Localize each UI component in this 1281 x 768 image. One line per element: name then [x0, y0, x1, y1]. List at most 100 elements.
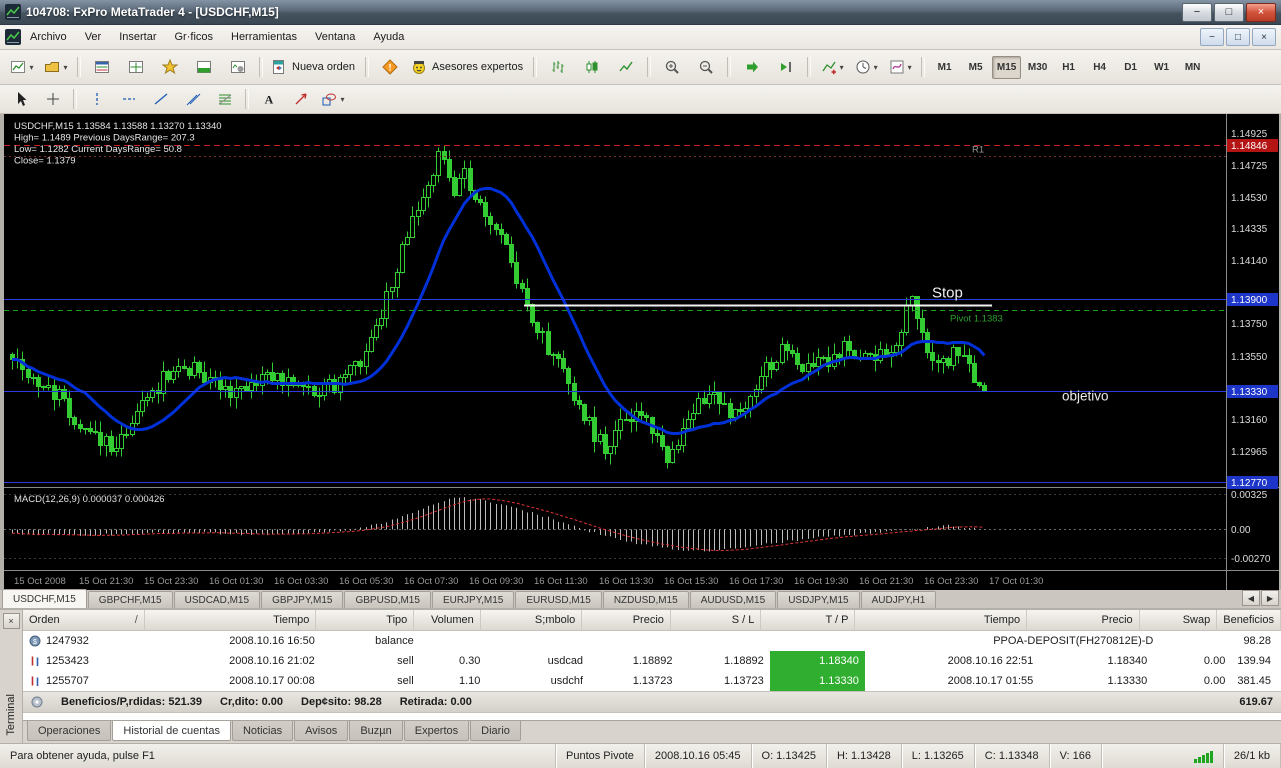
history-row-1255707[interactable]: 12557072008.10.17 00:08sell1.10usdchf1.1…	[23, 671, 1281, 691]
new-order-button[interactable]: Nueva orden	[267, 54, 361, 80]
auto-scroll-button[interactable]	[735, 54, 769, 80]
line-chart-button[interactable]	[609, 54, 643, 80]
terminal-tab-diario[interactable]: Diario	[470, 721, 521, 741]
price-chart[interactable]: R1StopPivot 1.1383objetivoUSDCHF,M15 1.1…	[4, 114, 1279, 590]
maximize-button[interactable]: □	[1214, 3, 1244, 22]
chart-tab-audusdm15[interactable]: AUDUSD,M15	[690, 591, 776, 608]
chart-tab-gbpchfm15[interactable]: GBPCHF,M15	[88, 591, 173, 608]
column-header-simbolo[interactable]: S;mbolo	[481, 610, 583, 630]
timeframe-m5-button[interactable]: M5	[961, 56, 990, 79]
chart-tab-gbpjpym15[interactable]: GBPJPY,M15	[261, 591, 343, 608]
chart-tab-gbpusdm15[interactable]: GBPUSD,M15	[344, 591, 430, 608]
column-header-tiempo[interactable]: Tiempo	[145, 610, 317, 630]
column-header-orden[interactable]: Orden/	[23, 610, 145, 630]
menu-ayuda[interactable]: Ayuda	[364, 27, 413, 47]
minimize-button[interactable]: −	[1182, 3, 1212, 22]
terminal-tab-operaciones[interactable]: Operaciones	[27, 721, 111, 741]
fibonacci-button[interactable]	[209, 88, 241, 110]
column-header-beneficios[interactable]: Beneficios	[1217, 610, 1281, 630]
chart-tab-nzdusdm15[interactable]: NZDUSD,M15	[603, 591, 689, 608]
close-button[interactable]: ×	[1246, 3, 1276, 22]
expert-advisors-button[interactable]: Asesores expertos	[407, 54, 529, 80]
horizontal-line-button[interactable]	[113, 88, 145, 110]
menu-insertar[interactable]: Insertar	[110, 27, 165, 47]
terminal-tab-expertos[interactable]: Expertos	[404, 721, 469, 741]
chart-tab-eurjpym15[interactable]: EURJPY,M15	[432, 591, 514, 608]
cursor-button[interactable]	[5, 88, 37, 110]
bar-chart-button[interactable]	[541, 54, 575, 80]
terminal-tab-noticias[interactable]: Noticias	[232, 721, 293, 741]
column-header-precio2[interactable]: Precio	[1027, 610, 1140, 630]
dropdown-arrow-icon[interactable]: ▾	[63, 63, 67, 72]
column-header-swap[interactable]: Swap	[1140, 610, 1218, 630]
dropdown-arrow-icon[interactable]: ▾	[908, 63, 912, 72]
column-header-sl[interactable]: S / L	[671, 610, 761, 630]
vertical-line-button[interactable]	[81, 88, 113, 110]
terminal-tab-avisos[interactable]: Avisos	[294, 721, 348, 741]
column-header-volumen[interactable]: Volumen	[414, 610, 480, 630]
expert-warning-button[interactable]: !	[373, 54, 407, 80]
child-restore-button[interactable]: □	[1226, 28, 1250, 46]
terminal-tab-buz-n[interactable]: Buzµn	[349, 721, 402, 741]
chart-tab-eurusdm15[interactable]: EURUSD,M15	[515, 591, 601, 608]
templates-button[interactable]: ▾	[883, 54, 917, 80]
cell-tiempo2: 2008.10.17 01:55	[865, 671, 1039, 691]
channel-button[interactable]	[177, 88, 209, 110]
periods-button[interactable]: ▾	[849, 54, 883, 80]
dropdown-arrow-icon[interactable]: ▾	[340, 95, 344, 104]
zoom-out-button[interactable]	[689, 54, 723, 80]
dropdown-arrow-icon[interactable]: ▾	[874, 63, 878, 72]
history-row-1247932[interactable]: $12479322008.10.16 16:50balancePPOA-DEPO…	[23, 631, 1281, 651]
market-watch-button[interactable]	[85, 54, 119, 80]
column-header-tipo[interactable]: Tipo	[316, 610, 414, 630]
zoom-in-button[interactable]	[655, 54, 689, 80]
data-window-button[interactable]	[119, 54, 153, 80]
new-chart-button[interactable]: ▾	[5, 54, 39, 80]
title-bar[interactable]: 104708: FxPro MetaTrader 4 - [USDCHF,M15…	[0, 0, 1281, 25]
column-header-precio[interactable]: Precio	[582, 610, 671, 630]
shapes-button[interactable]: ▾	[317, 88, 349, 110]
chart-tab-audjpyh1[interactable]: AUDJPY,H1	[861, 591, 937, 608]
menu-archivo[interactable]: Archivo	[21, 27, 76, 47]
trendline-button[interactable]	[145, 88, 177, 110]
chart-area[interactable]: R1StopPivot 1.1383objetivoUSDCHF,M15 1.1…	[0, 114, 1281, 590]
dropdown-arrow-icon[interactable]: ▾	[29, 63, 33, 72]
child-minimize-button[interactable]: −	[1200, 28, 1224, 46]
text-button[interactable]: A	[253, 88, 285, 110]
history-table-header[interactable]: Orden/TiempoTipoVolumenS;mboloPrecioS / …	[23, 610, 1281, 631]
column-header-tiempo2[interactable]: Tiempo	[855, 610, 1027, 630]
timeframe-w1-button[interactable]: W1	[1147, 56, 1176, 79]
dropdown-arrow-icon[interactable]: ▾	[840, 63, 844, 72]
history-row-1253423[interactable]: 12534232008.10.16 21:02sell0.30usdcad1.1…	[23, 651, 1281, 671]
timeframe-m15-button[interactable]: M15	[992, 56, 1021, 79]
candlestick-chart-button[interactable]	[575, 54, 609, 80]
chart-tab-usdjpym15[interactable]: USDJPY,M15	[777, 591, 859, 608]
terminal-tab-historial-de-cuentas[interactable]: Historial de cuentas	[112, 721, 231, 741]
arrow-draw-button[interactable]	[285, 88, 317, 110]
tab-scroll-right-button[interactable]: ▶	[1261, 590, 1279, 606]
strategy-tester-button[interactable]	[221, 54, 255, 80]
timeframe-m30-button[interactable]: M30	[1023, 56, 1052, 79]
timeframe-h1-button[interactable]: H1	[1054, 56, 1083, 79]
terminal-close-button[interactable]: ×	[3, 613, 20, 629]
cell-volumen: 0.30	[420, 651, 487, 671]
timeframe-m1-button[interactable]: M1	[930, 56, 959, 79]
chart-tab-usdcadm15[interactable]: USDCAD,M15	[174, 591, 260, 608]
menu-grficos[interactable]: Gr·ficos	[166, 27, 223, 47]
column-header-tp[interactable]: T / P	[761, 610, 855, 630]
terminal-button[interactable]	[187, 54, 221, 80]
timeframe-h4-button[interactable]: H4	[1085, 56, 1114, 79]
menu-ventana[interactable]: Ventana	[306, 27, 364, 47]
crosshair-button[interactable]	[37, 88, 69, 110]
timeframe-d1-button[interactable]: D1	[1116, 56, 1145, 79]
chart-tab-usdchfm15[interactable]: USDCHF,M15	[2, 589, 87, 608]
chart-shift-button[interactable]	[769, 54, 803, 80]
child-close-button[interactable]: ×	[1252, 28, 1276, 46]
indicators-button[interactable]: ▾	[815, 54, 849, 80]
tab-scroll-left-button[interactable]: ◀	[1242, 590, 1260, 606]
navigator-button[interactable]	[153, 54, 187, 80]
menu-herramientas[interactable]: Herramientas	[222, 27, 306, 47]
timeframe-mn-button[interactable]: MN	[1178, 56, 1207, 79]
profiles-button[interactable]: ▾	[39, 54, 73, 80]
menu-ver[interactable]: Ver	[76, 27, 111, 47]
